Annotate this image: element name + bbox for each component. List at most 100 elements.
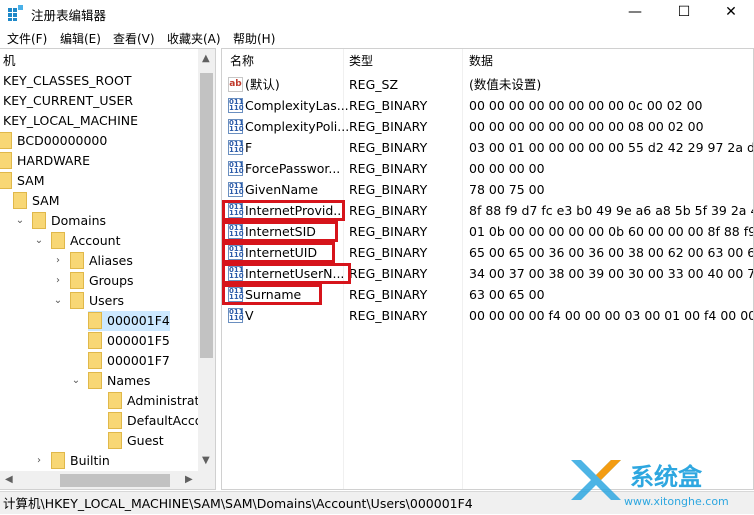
tree-item[interactable]: HARDWARE [0,151,90,171]
registry-tree[interactable]: › Builtin Guest DefaultAccou Administrato ⌄ Na… [0,48,216,490]
watermark-logo: 系统盒 www.xitonghe.com [566,455,754,513]
binary-value-icon: 011 110 [228,98,244,113]
tree-item[interactable]: BCD00000000 [0,131,107,151]
tree-item-label: SAM [32,193,60,208]
menu-file[interactable]: 文件(F) [7,30,47,47]
folder-icon [70,272,84,289]
value-data: 00 00 00 00 f4 00 00 00 03 00 01 00 f4 0… [469,308,754,323]
values-list[interactable]: 名称 类型 数据 ab (默认) REG_SZ (数值未设置) 011 110 Comple… [221,48,754,490]
value-data: 00 00 00 00 00 00 00 00 08 00 02 00 [469,119,704,134]
tree-item[interactable]: DefaultAccou [108,411,210,431]
value-name: F [245,140,253,155]
folder-icon [32,212,46,229]
value-data: 34 00 37 00 38 00 39 00 30 00 33 00 40 0… [469,266,754,281]
tree-item-label: 机 [3,53,16,68]
tree-item-label: Builtin [70,453,110,468]
value-row[interactable]: 011 110 F REG_BINARY 03 00 01 00 00 00 00 00… [222,137,754,158]
scrollbar-thumb[interactable] [200,73,213,358]
scroll-left-icon[interactable]: ◀ [5,474,13,485]
tree-item[interactable]: SAM [13,191,60,211]
folder-icon [70,252,84,269]
watermark-url: www.xitonghe.com [624,495,729,508]
folder-icon [108,432,122,449]
tree-item-label: KEY_LOCAL_MACHINE [3,113,139,128]
tree-item-label: 000001F5 [107,333,170,348]
tree-item[interactable]: ⌄ Users [54,291,125,311]
value-data: 63 00 65 00 [469,287,545,302]
chevron-right-icon[interactable]: › [52,251,64,271]
scroll-up-icon[interactable]: ▲ [202,53,210,64]
value-row[interactable]: 011 110 GivenName REG_BINARY 78 00 75 00 [222,179,753,200]
binary-value-icon: 011 110 [228,140,244,155]
tree-vertical-scrollbar[interactable]: ▲ ▼ [198,49,215,471]
menu-bar: 文件(F) 编辑(E) 查看(V) 收藏夹(A) 帮助(H) [0,27,754,48]
chevron-down-icon[interactable]: ⌄ [70,371,82,391]
chevron-right-icon[interactable]: › [52,271,64,291]
tree-item[interactable]: KEY_LOCAL_MACHINE [3,111,138,131]
chevron-down-icon[interactable]: ⌄ [33,231,45,251]
menu-edit[interactable]: 编辑(E) [60,30,101,47]
tree-item[interactable]: ⌄ Names [72,371,151,391]
title-bar: 注册表编辑器 — ☐ ✕ [0,0,754,26]
folder-icon [88,372,102,389]
menu-view[interactable]: 查看(V) [113,30,155,47]
value-row[interactable]: 011 110 ComplexityPoli... REG_BINARY 00 00 0… [222,116,753,137]
menu-help[interactable]: 帮助(H) [233,30,275,47]
tree-item[interactable]: › Groups [56,271,134,291]
value-data: 03 00 01 00 00 00 00 00 55 d2 42 29 97 2… [469,140,754,155]
value-type: REG_BINARY [349,308,428,323]
tree-horizontal-scrollbar[interactable]: ◀ ▶ [0,471,215,489]
binary-value-icon: 011 110 [228,161,244,176]
value-name: ComplexityPoli... [245,119,350,134]
value-data: 65 00 65 00 36 00 36 00 38 00 62 00 63 0… [469,245,754,260]
tree-item[interactable]: SAM [0,171,45,191]
minimize-button[interactable]: — [612,0,658,26]
value-type: REG_BINARY [349,98,428,113]
tree-item-label: Users [89,293,125,308]
tree-item-label: HARDWARE [17,153,91,168]
tree-item[interactable]: KEY_CURRENT_USER [3,91,133,111]
value-row[interactable]: 011 110 ForcePasswor... REG_BINARY 00 00 00 … [222,158,753,179]
tree-item[interactable]: Administrato [108,391,207,411]
scrollbar-thumb[interactable] [60,474,170,487]
value-row[interactable]: 011 110 V REG_BINARY 00 00 00 00 f4 00 00 00… [222,305,754,326]
value-name: ForcePasswor... [245,161,341,176]
folder-icon [70,292,84,309]
tree-item[interactable]: Guest [108,431,164,451]
tree-item-label: Administrato [127,393,208,408]
tree-item[interactable]: 000001F4 [88,311,170,331]
highlight-box [222,221,338,242]
chevron-down-icon[interactable]: ⌄ [14,211,26,231]
tree-item-label: Names [107,373,151,388]
tree-item[interactable]: › Aliases [56,251,133,271]
folder-icon [108,412,122,429]
value-row[interactable]: 011 110 ComplexityLas... REG_BINARY 00 00 00… [222,95,753,116]
binary-value-icon: 011 110 [228,182,244,197]
folder-icon [108,392,122,409]
chevron-right-icon[interactable]: › [33,451,45,471]
maximize-button[interactable]: ☐ [661,0,707,26]
chevron-down-icon[interactable]: ⌄ [52,291,64,311]
tree-item[interactable]: › Builtin [37,451,110,471]
value-type: REG_BINARY [349,140,428,155]
tree-item[interactable]: 机 [3,51,16,71]
tree-item[interactable]: KEY_CLASSES_ROOT [3,71,131,91]
value-type: REG_SZ [349,77,399,92]
tree-item[interactable]: 000001F5 [88,331,170,351]
tree-item[interactable]: 000001F7 [88,351,170,371]
binary-value-icon: 011 110 [228,308,244,323]
column-header-type[interactable]: 类型 [349,49,373,73]
value-type: REG_BINARY [349,287,428,302]
value-data: 00 00 00 00 00 00 00 00 0c 00 02 00 [469,98,703,113]
column-header-name[interactable]: 名称 [230,49,254,73]
watermark-x-icon [571,460,621,500]
scroll-down-icon[interactable]: ▼ [202,455,210,466]
menu-favorites[interactable]: 收藏夹(A) [167,30,221,47]
scroll-right-icon[interactable]: ▶ [185,474,193,485]
column-header-data[interactable]: 数据 [469,49,493,73]
value-row[interactable]: ab (默认) REG_SZ (数值未设置) [222,74,753,95]
close-button[interactable]: ✕ [708,0,754,26]
tree-item[interactable]: ⌄ Account [35,231,120,251]
tree-item[interactable]: ⌄ Domains [16,211,106,231]
tree-item-label: 000001F4 [107,313,170,328]
